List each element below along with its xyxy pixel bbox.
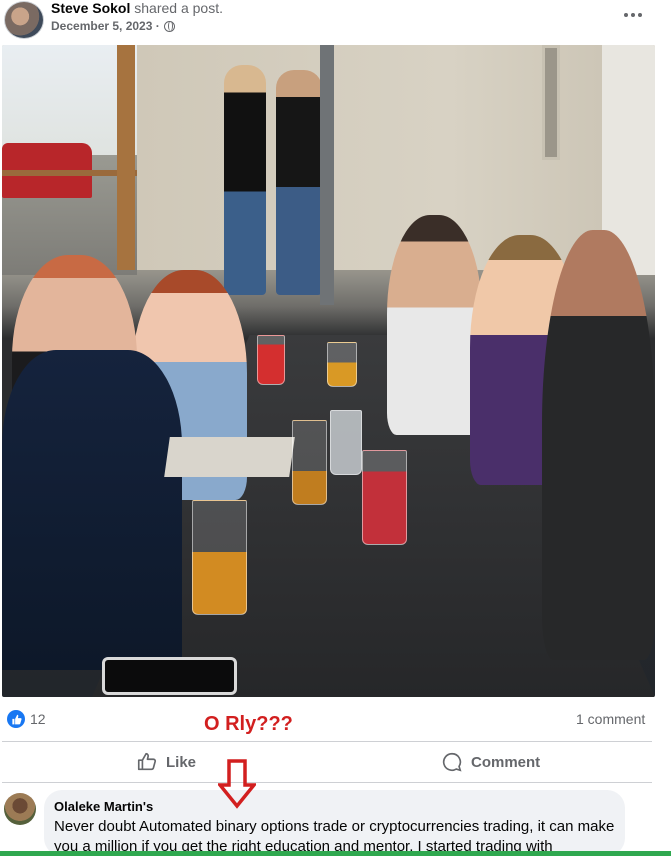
photo-glass <box>292 420 327 505</box>
photo-guitarist <box>276 70 322 295</box>
thumbs-up-icon <box>11 714 22 724</box>
annotation-text: O Rly??? <box>204 713 293 735</box>
photo-person <box>387 215 482 435</box>
photo-glass <box>330 410 362 475</box>
photo-glass <box>327 342 357 387</box>
photo-phone <box>102 657 237 695</box>
like-button[interactable]: Like <box>136 746 196 778</box>
like-label: Like <box>166 753 197 771</box>
more-horizontal-icon <box>624 13 628 17</box>
author-avatar[interactable] <box>4 1 44 39</box>
down-arrow-icon <box>218 759 256 809</box>
photo-menu <box>164 437 295 477</box>
green-bottom-bar <box>0 851 671 856</box>
photo-person <box>2 350 182 670</box>
post-date-text: December 5, 2023 · <box>51 19 160 33</box>
author-name[interactable]: Steve Sokol <box>51 0 130 16</box>
post-action-text: shared a post. <box>130 0 223 16</box>
photo-person <box>542 230 655 660</box>
photo-wooden-post <box>117 45 135 270</box>
comment-button[interactable]: Comment <box>441 746 540 778</box>
post-photo[interactable] <box>2 45 655 697</box>
reaction-count[interactable]: 12 <box>30 711 46 727</box>
more-dot <box>638 13 642 17</box>
divider <box>2 782 652 783</box>
globe-icon <box>163 20 175 32</box>
comment-count-link[interactable]: 1 comment <box>576 711 645 727</box>
photo-glass <box>257 335 285 385</box>
thumbs-up-outline-icon <box>137 752 157 771</box>
like-reaction-icon[interactable] <box>7 710 25 728</box>
comment-bubble-icon <box>442 752 462 772</box>
commenter-avatar[interactable] <box>4 793 36 825</box>
post-date[interactable]: December 5, 2023 · <box>51 19 175 33</box>
photo-window <box>542 45 560 160</box>
comment-bubble: Olaleke Martin's Never doubt Automated b… <box>44 790 625 856</box>
photo-glass <box>362 450 407 545</box>
post-header: Steve Sokol shared a post. December 5, 2… <box>0 0 671 44</box>
photo-singer <box>224 65 266 295</box>
comment-label: Comment <box>471 753 541 771</box>
photo-pole <box>320 45 334 305</box>
more-dot <box>631 13 635 17</box>
photo-wall <box>137 45 655 270</box>
comment-author[interactable]: Olaleke Martin's <box>54 799 153 814</box>
author-line: Steve Sokol shared a post. <box>51 0 223 16</box>
more-options-button[interactable] <box>618 4 648 26</box>
divider <box>2 741 652 742</box>
photo-glass <box>192 500 247 615</box>
